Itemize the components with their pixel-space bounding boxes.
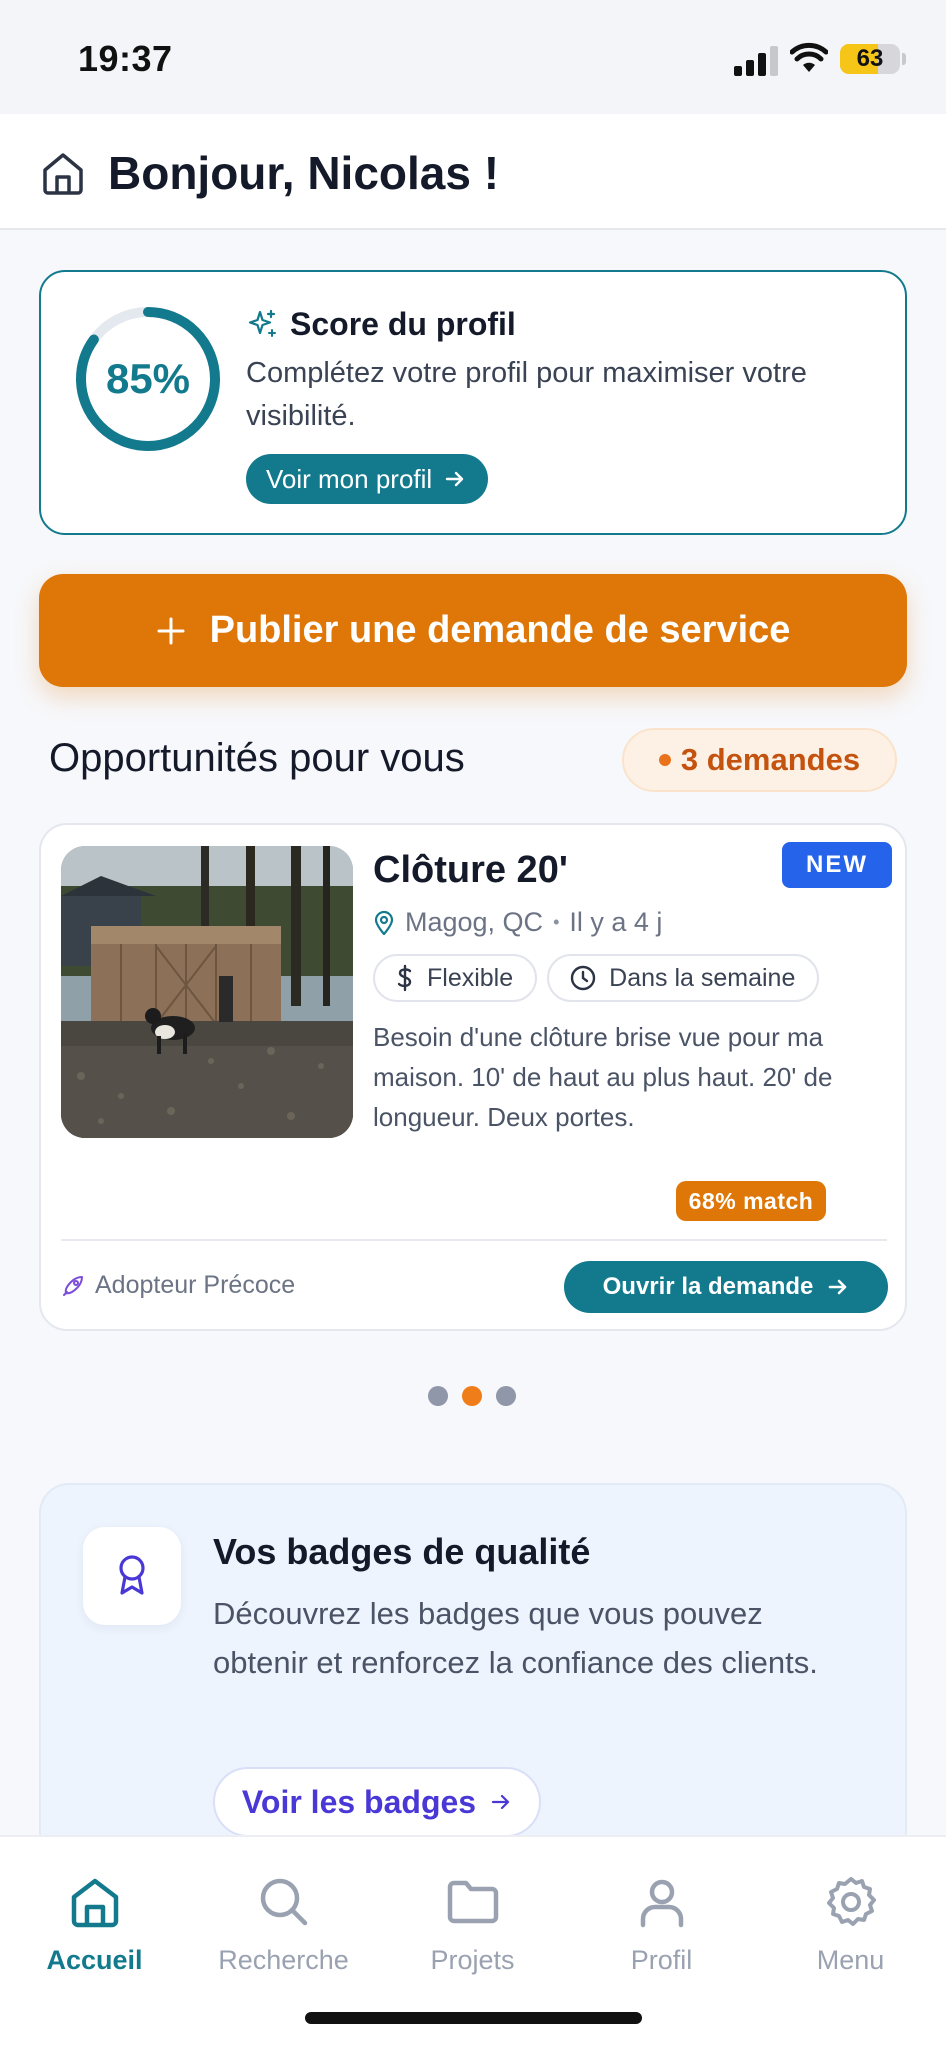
pagination-dot[interactable]: [428, 1386, 448, 1406]
opportunities-count: 3 demandes: [680, 742, 861, 777]
timing-chip-label: Dans la semaine: [609, 963, 796, 992]
meta-separator: •: [553, 912, 560, 932]
folder-icon: [447, 1880, 499, 1924]
battery-level: 63: [856, 45, 884, 72]
badges-description: Découvrez les badges que vous pouvez obt…: [213, 1596, 818, 1680]
profile-score-card: 85% Score du profil Complétez votre prof…: [39, 270, 907, 535]
profile-score-value: 85%: [105, 355, 191, 402]
budget-chip-label: Flexible: [427, 963, 514, 992]
nav-item-recherche[interactable]: Recherche: [189, 1837, 378, 1987]
search-icon: [260, 1878, 308, 1926]
home-indicator: [305, 2012, 642, 2024]
nav-label: Menu: [816, 1945, 885, 1975]
request-card[interactable]: Clôture 20' NEW Magog, QC • Il y a 4 j F…: [39, 823, 907, 1331]
plus-icon: [157, 617, 185, 644]
arrow-right-icon: [491, 1794, 510, 1810]
request-photo[interactable]: [61, 846, 353, 1138]
badge-icon-container: [83, 1527, 181, 1625]
nav-item-accueil[interactable]: Accueil: [0, 1837, 189, 1987]
status-time: 19:37: [78, 38, 173, 79]
view-profile-button[interactable]: Voir mon profil: [246, 454, 489, 504]
home-icon: [71, 1878, 119, 1928]
carousel-pagination: [428, 1386, 516, 1406]
pagination-dot-active[interactable]: [462, 1386, 482, 1406]
rocket-icon: [63, 1275, 83, 1296]
cellular-signal-icon: [734, 46, 778, 76]
nav-label: Recherche: [218, 1945, 349, 1975]
request-title: Clôture 20': [373, 849, 568, 891]
timing-chip: Dans la semaine: [547, 954, 820, 1002]
gear-icon: [827, 1877, 876, 1926]
nav-item-profil[interactable]: Profil: [567, 1837, 756, 1987]
fence-photo-illustration: [61, 846, 353, 1138]
sparkle-icon: [248, 309, 276, 337]
opportunities-count-badge: 3 demandes: [622, 728, 897, 792]
user-icon: [640, 1879, 684, 1928]
new-badge: NEW: [782, 842, 892, 888]
battery-nub: [902, 53, 906, 65]
publish-request-label: Publier une demande de service: [209, 609, 791, 651]
home-icon[interactable]: [40, 150, 86, 196]
nav-label: Projets: [430, 1945, 515, 1975]
view-badges-label: Voir les badges: [241, 1783, 477, 1820]
location-pin-icon: [374, 910, 394, 935]
dollar-icon: [397, 964, 412, 992]
pagination-dot[interactable]: [496, 1386, 516, 1406]
profile-score-description: Complétez votre profil pour maximiser vo…: [246, 357, 807, 432]
early-adopter-tag: Adopteur Précoce: [61, 1271, 295, 1300]
arrow-right-icon: [445, 471, 464, 487]
battery-indicator: 63: [840, 44, 900, 74]
request-location: Magog, QC: [405, 907, 544, 937]
wifi-icon: [790, 42, 828, 72]
open-request-button[interactable]: Ouvrir la demande: [564, 1261, 888, 1313]
nav-item-projets[interactable]: Projets: [378, 1837, 567, 1987]
nav-label: Accueil: [46, 1945, 143, 1975]
profile-score-title: Score du profil: [290, 306, 516, 342]
app-header: Bonjour, Nicolas !: [0, 114, 946, 230]
match-badge: 68% match: [676, 1181, 826, 1221]
opportunities-title: Opportunités pour vous: [49, 736, 465, 780]
budget-chip: Flexible: [373, 954, 538, 1002]
nav-item-menu[interactable]: Menu: [756, 1837, 945, 1987]
view-badges-button[interactable]: Voir les badges: [213, 1767, 541, 1837]
view-profile-label: Voir mon profil: [266, 464, 433, 494]
request-age: Il y a 4 j: [569, 907, 663, 937]
request-description: Besoin d'une clôture brise vue pour ma m…: [373, 1022, 833, 1132]
arrow-right-icon: [829, 1279, 847, 1295]
request-meta: Magog, QC • Il y a 4 j: [373, 907, 662, 938]
card-divider: [61, 1239, 887, 1241]
nav-label: Profil: [630, 1945, 693, 1975]
status-bar: 19:37 63: [0, 0, 946, 114]
early-adopter-label: Adopteur Précoce: [95, 1271, 296, 1299]
page-title: Bonjour, Nicolas !: [108, 147, 500, 199]
open-request-label: Ouvrir la demande: [602, 1273, 814, 1300]
award-ribbon-icon: [119, 1555, 145, 1595]
status-dot: [658, 754, 671, 766]
publish-request-button[interactable]: Publier une demande de service: [39, 574, 907, 687]
request-chips: Flexible Dans la semaine: [373, 954, 820, 1002]
badges-title: Vos badges de qualité: [213, 1531, 591, 1572]
clock-icon: [570, 965, 596, 991]
